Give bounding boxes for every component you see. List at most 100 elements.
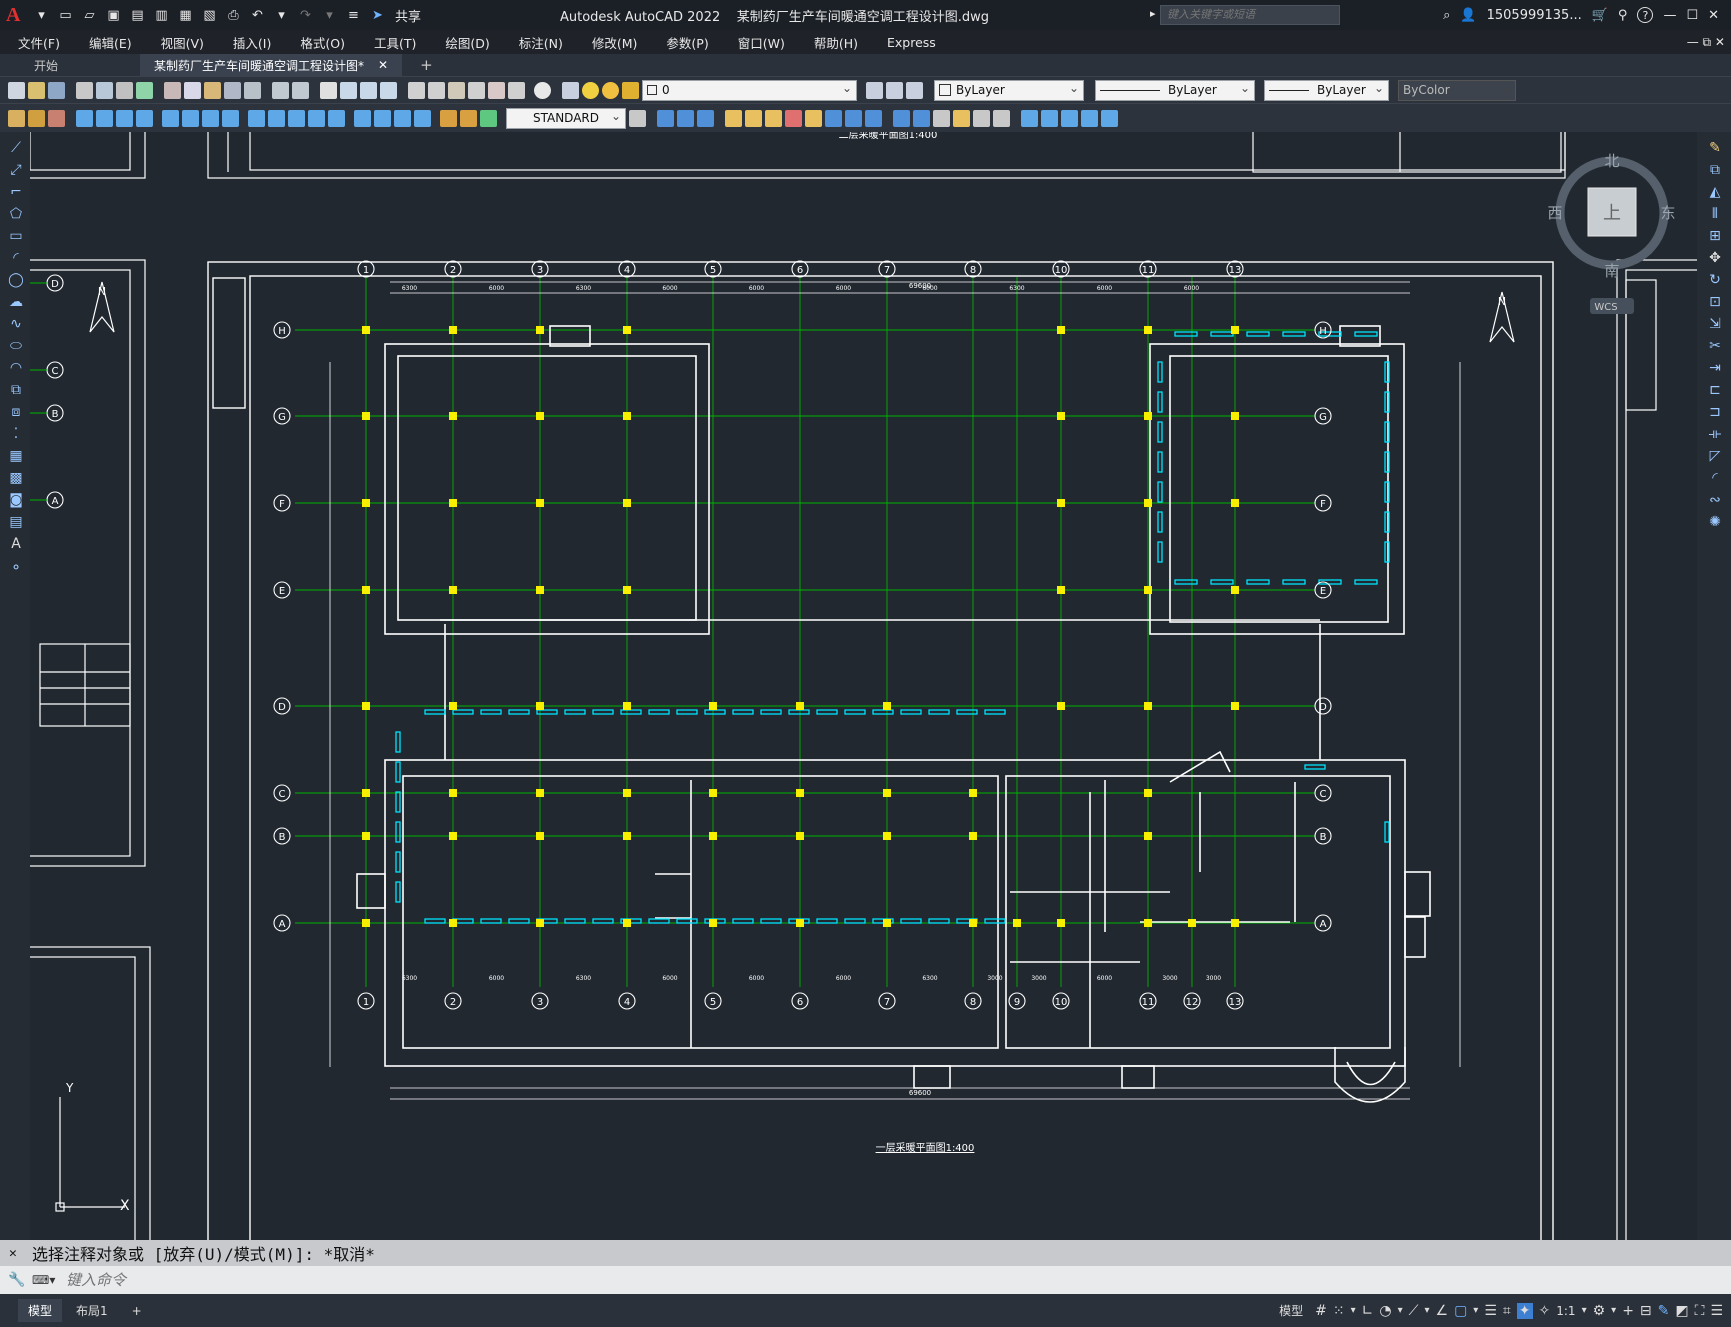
match-prop-icon[interactable] [224, 81, 241, 99]
ellipse-arc-icon[interactable]: ◠ [8, 360, 24, 376]
app-menu-chevron-icon[interactable]: ▾ [31, 5, 52, 25]
dim-linear-icon[interactable] [76, 109, 93, 127]
menu-draw[interactable]: 绘图(D) [427, 33, 500, 52]
break-icon[interactable]: ⊐ [1707, 404, 1723, 420]
menu-parametric[interactable]: 参数(P) [648, 33, 719, 52]
polyline-icon[interactable]: ⌐ [8, 184, 24, 200]
blend-icon[interactable]: ∾ [1707, 492, 1723, 508]
share-icon[interactable]: ➤ [367, 5, 388, 25]
tab-start[interactable]: 开始 [0, 54, 140, 76]
construction-line-icon[interactable]: ⤢ [8, 162, 24, 178]
selection-cycling-icon[interactable]: ⌗ [1503, 1303, 1511, 1319]
plotstyle-select[interactable]: ByColor [1398, 79, 1516, 101]
annotate-icon[interactable] [1101, 109, 1118, 127]
zoom-realtime-icon[interactable] [340, 81, 357, 99]
copy-icon[interactable] [184, 81, 201, 99]
undo-icon[interactable]: ↶ [247, 5, 268, 25]
dim-arc-icon[interactable] [116, 109, 133, 127]
model-space-button[interactable]: 模型 [1279, 1302, 1303, 1319]
close-icon[interactable]: ✕ [1708, 8, 1719, 23]
copy-obj-icon[interactable]: ⧉ [1707, 162, 1723, 178]
make-block-icon[interactable]: ⧈ [8, 404, 24, 420]
help-icon[interactable]: ? [1637, 7, 1654, 23]
viewport-icon[interactable] [1081, 109, 1098, 127]
jogged-linear-icon[interactable] [414, 109, 431, 127]
menu-file[interactable]: 文件(F) [0, 33, 71, 52]
fillet-icon[interactable]: ◜ [1707, 470, 1723, 486]
menu-modify[interactable]: 修改(M) [574, 33, 649, 52]
auto-scale-icon[interactable]: ✧ [1539, 1303, 1551, 1319]
inspection-icon[interactable] [394, 109, 411, 127]
annotation-monitor-icon[interactable]: + [1622, 1303, 1634, 1319]
undo-tb-icon[interactable] [272, 81, 289, 99]
move-icon[interactable]: ✥ [1707, 250, 1723, 266]
menu-edit[interactable]: 编辑(E) [71, 33, 143, 52]
drawing-canvas[interactable]: 二层采暖平面图1:400 一层采暖平面图1:400 N N 1 2 3 4 5 … [30, 132, 1697, 1240]
menu-window[interactable]: 窗口(W) [720, 33, 796, 52]
viewcube[interactable]: 上 北 南 西 东 WCS [1540, 148, 1690, 328]
lights-icon[interactable] [953, 109, 970, 127]
section-icon[interactable] [1021, 109, 1038, 127]
linetype-select[interactable]: ByLayer [1095, 79, 1255, 101]
tool-palettes-icon[interactable] [448, 81, 465, 99]
scale-icon[interactable]: ⊡ [1707, 294, 1723, 310]
mtext-icon[interactable]: A [8, 536, 24, 552]
color-select[interactable]: ByLayer [934, 79, 1084, 101]
layer-current-icon[interactable] [866, 81, 883, 99]
gradient-icon[interactable]: ▩ [8, 470, 24, 486]
center-mark-icon[interactable] [374, 109, 391, 127]
ucs-world-icon[interactable] [745, 109, 762, 127]
flatshot-icon[interactable] [1041, 109, 1058, 127]
lineweight-icon[interactable]: ☰ [1484, 1303, 1497, 1319]
quick-dim-icon[interactable] [248, 109, 265, 127]
isolate-objects-icon[interactable]: ◩ [1675, 1303, 1688, 1319]
design-center-icon[interactable] [428, 81, 445, 99]
insert-block-icon[interactable]: ⧉ [8, 382, 24, 398]
group-icon[interactable] [48, 109, 65, 127]
visual-style-icon[interactable] [893, 109, 910, 127]
zoom-window-icon[interactable] [360, 81, 377, 99]
menu-dimension[interactable]: 标注(N) [501, 33, 574, 52]
render-icon[interactable] [913, 109, 930, 127]
menu-express[interactable]: Express [869, 35, 947, 50]
customize-icon[interactable]: 🔧 [8, 1272, 25, 1288]
hatch-icon[interactable]: ▦ [8, 448, 24, 464]
materials-icon[interactable] [933, 109, 950, 127]
save-icon[interactable]: ▣ [103, 5, 124, 25]
preview-icon[interactable] [96, 81, 113, 99]
chamfer-icon[interactable]: ◸ [1707, 448, 1723, 464]
isodraft-dropdown-icon[interactable]: ▾ [1424, 1305, 1429, 1316]
dimstyle-select[interactable]: STANDARD [506, 107, 626, 129]
minimize-icon[interactable]: — [1663, 8, 1676, 23]
customization-icon[interactable]: ☰ [1710, 1303, 1723, 1319]
doc-window-controls[interactable]: — ⧉ ✕ [1687, 35, 1725, 50]
publish-icon[interactable] [116, 81, 133, 99]
tolerance-icon[interactable] [354, 109, 371, 127]
ellipse-icon[interactable]: ⬭ [8, 338, 24, 354]
clean-screen-icon[interactable]: ⛶ [1695, 1303, 1705, 1319]
dim-diameter-icon[interactable] [202, 109, 219, 127]
units-icon[interactable]: ⊟ [1640, 1303, 1652, 1319]
menu-tools[interactable]: 工具(T) [356, 33, 427, 52]
polygon-icon[interactable]: ⬠ [8, 206, 24, 222]
quick-properties-icon[interactable]: ✎ [1658, 1303, 1670, 1319]
web-save-icon[interactable]: ▦ [175, 5, 196, 25]
redo-tb-icon[interactable] [292, 81, 309, 99]
properties-icon[interactable] [408, 81, 425, 99]
stretch-icon[interactable]: ⇲ [1707, 316, 1723, 332]
point-icon[interactable]: ⁚ [8, 426, 24, 442]
paste-icon[interactable] [204, 81, 221, 99]
match-icon[interactable] [8, 109, 25, 127]
arc-icon[interactable]: ◜ [8, 250, 24, 266]
open-icon[interactable] [28, 81, 45, 99]
walk-icon[interactable] [993, 109, 1010, 127]
cart-icon[interactable]: 🛒 [1592, 8, 1608, 23]
tab-layout1[interactable]: 布局1 [66, 1299, 118, 1322]
region-icon[interactable]: ◙ [8, 492, 24, 508]
join-icon[interactable]: ⟛ [1707, 426, 1723, 442]
save-icon-2[interactable] [48, 81, 65, 99]
layer-freeze-icon[interactable] [602, 81, 619, 99]
customize-qat-icon[interactable]: ≡ [343, 5, 364, 25]
dim-style-icon[interactable] [629, 109, 646, 127]
command-close-icon[interactable]: ✕ [9, 1246, 17, 1261]
